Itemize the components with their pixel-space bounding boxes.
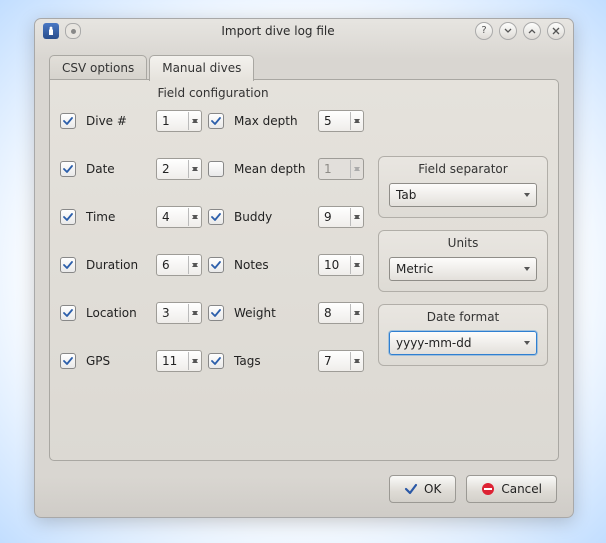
spinbox-dive[interactable]: 1 [156, 110, 202, 132]
spinbox-value: 5 [319, 114, 350, 128]
label-maxdepth: Max depth [234, 114, 310, 128]
spinbox-value: 11 [157, 354, 188, 368]
checkbox-notes[interactable] [208, 257, 224, 273]
spin-down-icon[interactable] [351, 121, 363, 130]
spinbox-buddy[interactable]: 9 [318, 206, 364, 228]
spinbox-value: 4 [157, 210, 188, 224]
checkbox-gps[interactable] [60, 353, 76, 369]
checkbox-time[interactable] [60, 209, 76, 225]
group-date-format: Date format yyyy-mm-dd [378, 304, 548, 366]
spinbox-value: 8 [319, 306, 350, 320]
spinbox-value: 9 [319, 210, 350, 224]
label-meandepth: Mean depth [234, 162, 310, 176]
spinbox-date[interactable]: 2 [156, 158, 202, 180]
spinbox-weight[interactable]: 8 [318, 302, 364, 324]
spinbox-value: 1 [319, 162, 350, 176]
window-title: Import dive log file [81, 24, 475, 38]
spin-down-icon[interactable] [189, 169, 201, 178]
label-gps: GPS [86, 354, 148, 368]
dialog-window: Import dive log file ? CSV options Manua… [34, 18, 574, 518]
help-button[interactable]: ? [475, 22, 493, 40]
spinbox-value: 10 [319, 258, 350, 272]
label-notes: Notes [234, 258, 310, 272]
spinbox-duration[interactable]: 6 [156, 254, 202, 276]
spinbox-location[interactable]: 3 [156, 302, 202, 324]
spin-down-icon[interactable] [351, 361, 363, 370]
spin-down-icon[interactable] [189, 265, 201, 274]
spin-down-icon[interactable] [189, 313, 201, 322]
checkbox-dive[interactable] [60, 113, 76, 129]
ok-check-icon [404, 482, 418, 496]
label-weight: Weight [234, 306, 310, 320]
cancel-button[interactable]: Cancel [466, 475, 557, 503]
group-field-separator: Field separator Tab [378, 156, 548, 218]
checkbox-date[interactable] [60, 161, 76, 177]
spinbox-value: 1 [157, 114, 188, 128]
spinbox-tags[interactable]: 7 [318, 350, 364, 372]
chevron-down-icon [524, 341, 530, 345]
units-combo[interactable]: Metric [389, 257, 537, 281]
spinbox-meandepth: 1 [318, 158, 364, 180]
window-pin-button[interactable] [65, 23, 81, 39]
spinbox-value: 6 [157, 258, 188, 272]
group-title: Field separator [379, 162, 547, 176]
label-dive: Dive # [86, 114, 148, 128]
label-date: Date [86, 162, 148, 176]
field-separator-combo[interactable]: Tab [389, 183, 537, 207]
section-title: Field configuration [50, 86, 376, 100]
titlebar: Import dive log file ? [35, 19, 573, 43]
checkbox-tags[interactable] [208, 353, 224, 369]
spin-down-icon[interactable] [189, 121, 201, 130]
spinbox-time[interactable]: 4 [156, 206, 202, 228]
tab-manual-dives[interactable]: Manual dives [149, 55, 254, 81]
spinbox-notes[interactable]: 10 [318, 254, 364, 276]
app-icon [43, 23, 59, 39]
cancel-label: Cancel [501, 482, 542, 496]
label-duration: Duration [86, 258, 148, 272]
cancel-stop-icon [481, 482, 495, 496]
label-tags: Tags [234, 354, 310, 368]
checkbox-duration[interactable] [60, 257, 76, 273]
spinbox-value: 2 [157, 162, 188, 176]
label-time: Time [86, 210, 148, 224]
minimize-button[interactable] [499, 22, 517, 40]
checkbox-meandepth[interactable] [208, 161, 224, 177]
spin-down-icon[interactable] [351, 265, 363, 274]
checkbox-location[interactable] [60, 305, 76, 321]
maximize-button[interactable] [523, 22, 541, 40]
spin-down-icon[interactable] [351, 313, 363, 322]
spin-down-icon[interactable] [351, 217, 363, 226]
group-title: Units [379, 236, 547, 250]
spinbox-value: 7 [319, 354, 350, 368]
spin-down-icon[interactable] [189, 217, 201, 226]
tab-csv-options[interactable]: CSV options [49, 55, 147, 81]
group-units: Units Metric [378, 230, 548, 292]
spin-down-icon [351, 169, 363, 178]
ok-label: OK [424, 482, 441, 496]
chevron-down-icon [524, 267, 530, 271]
spin-down-icon[interactable] [189, 361, 201, 370]
spinbox-maxdepth[interactable]: 5 [318, 110, 364, 132]
tab-page-manual-dives: Field configuration Dive # 1 Max depth 5 Dat… [49, 79, 559, 461]
close-button[interactable] [547, 22, 565, 40]
checkbox-weight[interactable] [208, 305, 224, 321]
checkbox-maxdepth[interactable] [208, 113, 224, 129]
label-buddy: Buddy [234, 210, 310, 224]
spinbox-value: 3 [157, 306, 188, 320]
label-location: Location [86, 306, 148, 320]
spinbox-gps[interactable]: 11 [156, 350, 202, 372]
ok-button[interactable]: OK [389, 475, 456, 503]
chevron-down-icon [524, 193, 530, 197]
group-title: Date format [379, 310, 547, 324]
checkbox-buddy[interactable] [208, 209, 224, 225]
date-format-combo[interactable]: yyyy-mm-dd [389, 331, 537, 355]
